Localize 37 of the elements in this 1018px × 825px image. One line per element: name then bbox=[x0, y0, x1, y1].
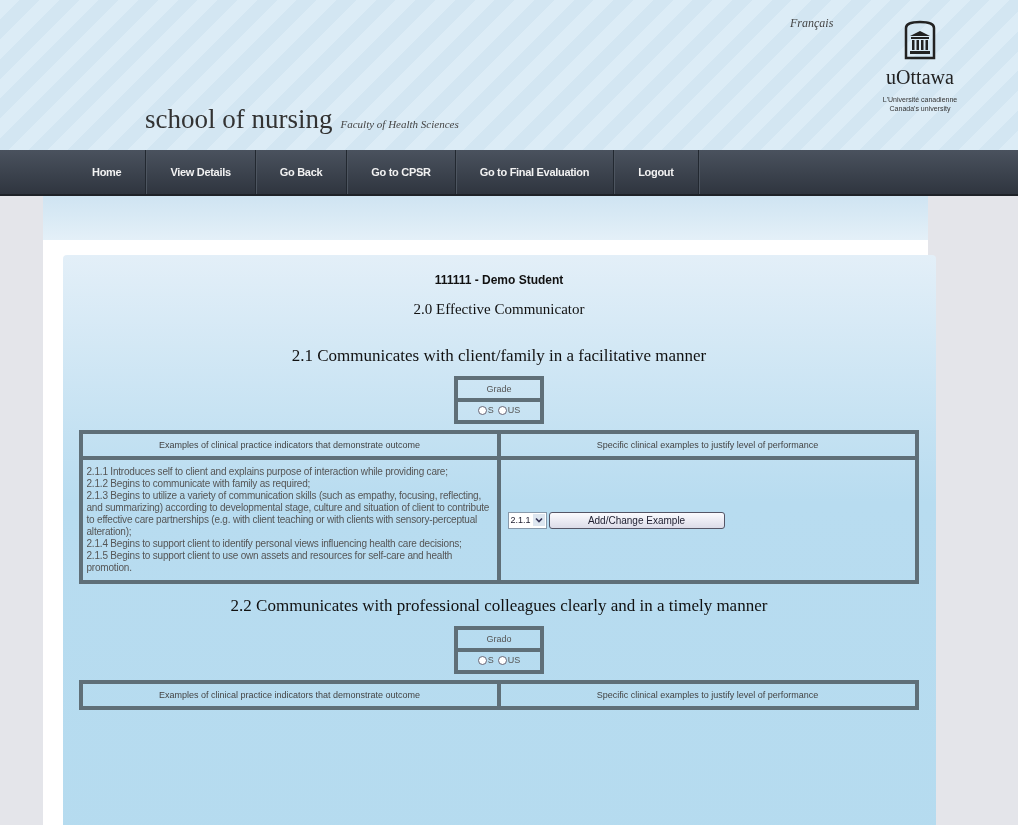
radio-label: S bbox=[487, 405, 494, 416]
radio-label: US bbox=[507, 405, 521, 416]
site-title: school of nursing bbox=[145, 104, 333, 135]
grade-radio[interactable] bbox=[497, 655, 507, 665]
nav-link[interactable]: Go to Final Evaluation bbox=[455, 150, 615, 194]
indicator-text: 2.1.2 Begins to communicate with family as required; bbox=[86, 478, 312, 490]
grade-label: Grade bbox=[486, 384, 512, 394]
building-icon bbox=[902, 20, 938, 60]
indicator-text: 2.1.5 Begins to support client to use own assets and resources for self-care and health promotion. bbox=[86, 550, 454, 574]
nav-link[interactable]: Go Back bbox=[255, 150, 348, 194]
indicator-select[interactable]: 2.1.1 bbox=[507, 511, 547, 529]
language-link[interactable]: Français bbox=[790, 16, 834, 31]
student-name: 111111 - Demo Student bbox=[433, 273, 565, 287]
grade-label: Grado bbox=[486, 634, 512, 644]
nav-link[interactable]: View Details bbox=[146, 150, 256, 194]
outcome-heading: 2.1 Communicates with client/family in a facilitative manner bbox=[290, 346, 708, 366]
faculty-name: Faculty of Health Sciences bbox=[340, 118, 459, 130]
nav-link[interactable]: Home bbox=[68, 150, 147, 194]
column-header: Specific clinical examples to justify level of performance bbox=[596, 440, 819, 450]
indicator-text: 2.1.4 Begins to support client to identify personal views influencing health care decisions; bbox=[86, 538, 463, 550]
university-name: uOttawa bbox=[886, 66, 954, 89]
grade-radio[interactable] bbox=[477, 655, 487, 665]
radio-label: US bbox=[507, 655, 521, 666]
add-example-button[interactable]: Add/Change Example bbox=[548, 511, 725, 529]
grade-radio[interactable] bbox=[477, 405, 487, 415]
chevron-down-icon bbox=[532, 514, 545, 526]
indicator-text: 2.1.1 Introduces self to client and explains purpose of interaction while providing care; bbox=[86, 466, 449, 478]
outcome-heading: 2.2 Communicates with professional colleagues clearly and in a timely manner bbox=[229, 596, 769, 616]
radio-label: S bbox=[487, 655, 494, 666]
indicator-text: 2.1.3 Begins to utilize a variety of communication skills (such as empathy, focusing, reflecting, and summarizing) according to developmental stage, culture and situation of client to contribute to effective care partnerships (e.g. with client teaching or with clients with sensory-perceptual alteration); bbox=[86, 490, 491, 538]
domain-heading: 2.0 Effective Communicator bbox=[412, 301, 586, 318]
nav-link[interactable]: Go to CPSR bbox=[347, 150, 456, 194]
nav-link[interactable]: Logout bbox=[614, 150, 699, 194]
column-header: Examples of clinical practice indicators that demonstrate outcome bbox=[158, 690, 421, 700]
column-header: Specific clinical examples to justify level of performance bbox=[596, 690, 819, 700]
grade-radio[interactable] bbox=[497, 405, 507, 415]
column-header: Examples of clinical practice indicators that demonstrate outcome bbox=[158, 440, 421, 450]
